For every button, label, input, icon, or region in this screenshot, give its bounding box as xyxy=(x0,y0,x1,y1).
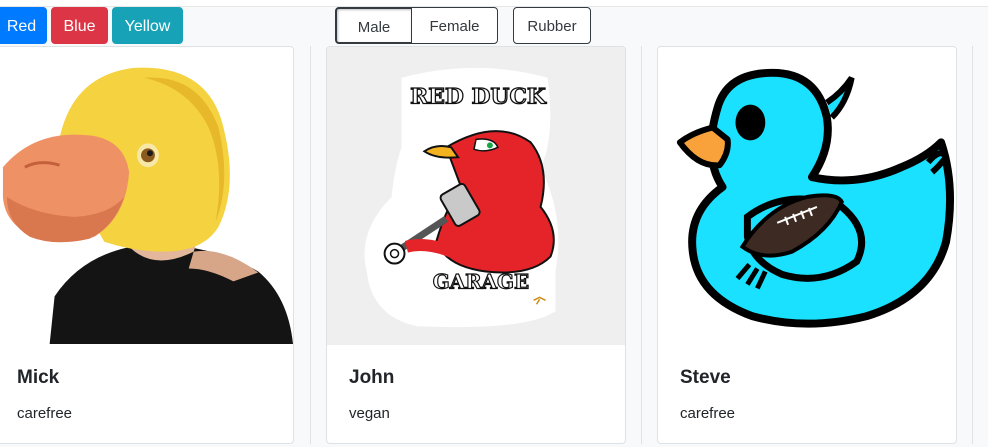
card-gutter-divider xyxy=(310,46,311,444)
red-duck-garage-sticker-image: RED DUCK GARAGE xyxy=(327,47,625,345)
duck-card-mick[interactable]: Mick carefree xyxy=(0,46,294,444)
female-filter-button[interactable]: Female xyxy=(411,7,498,44)
sticker-top-text: RED DUCK xyxy=(410,84,547,110)
yellow-filter-button[interactable]: Yellow xyxy=(112,7,183,44)
rubber-filter-button[interactable]: Rubber xyxy=(513,7,591,44)
card-title: John xyxy=(349,367,395,388)
card-title: Steve xyxy=(680,367,731,388)
card-gutter-divider xyxy=(641,46,642,444)
blue-rubber-duck-football-image xyxy=(658,47,956,345)
sticker-bottom-text: GARAGE xyxy=(433,269,529,293)
duck-card-steve[interactable]: Steve carefree xyxy=(657,46,957,444)
card-text: vegan xyxy=(349,405,390,422)
red-filter-button[interactable]: Red xyxy=(0,7,47,44)
duck-card-john[interactable]: RED DUCK GARAGE John vegan xyxy=(326,46,626,444)
card-gutter-divider xyxy=(972,46,973,444)
blue-filter-button[interactable]: Blue xyxy=(51,7,108,44)
duck-gallery-page: Red Blue Yellow Male Female Rubber Mick … xyxy=(0,0,988,447)
card-text: carefree xyxy=(17,405,73,422)
card-title: Mick xyxy=(17,367,60,388)
card-text: carefree xyxy=(680,405,736,422)
duck-mask-person-image xyxy=(0,47,293,345)
male-filter-button[interactable]: Male xyxy=(335,7,412,44)
